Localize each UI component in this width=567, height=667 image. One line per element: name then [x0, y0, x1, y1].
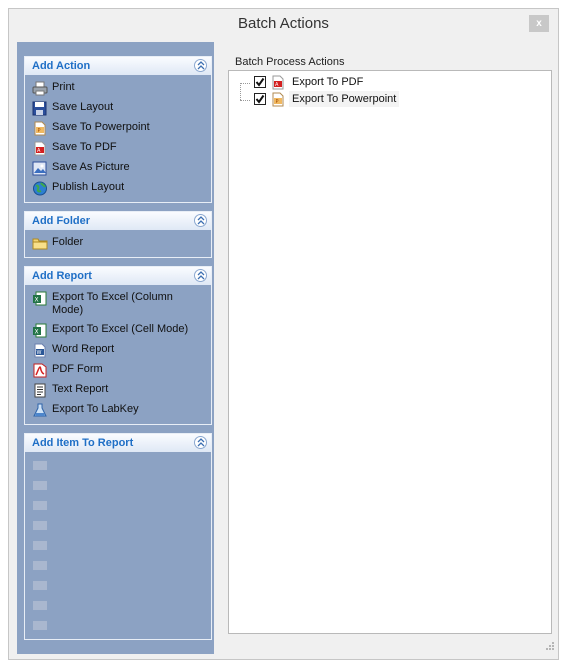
action-item	[25, 615, 211, 635]
action-item	[25, 595, 211, 615]
disabled-item-icon	[32, 598, 48, 613]
pdf-form-icon	[32, 363, 48, 378]
svg-text:P: P	[276, 99, 279, 105]
group-header-label: Add Action	[32, 60, 91, 72]
action-item[interactable]: A Save To PDF	[25, 138, 211, 158]
globe-icon	[32, 181, 48, 196]
text-report-icon	[32, 383, 48, 398]
action-item[interactable]: X Export To Excel (Cell Mode)	[25, 320, 211, 340]
group-add-report: Add Report X Export To Excel (Column Mode)…	[24, 266, 212, 425]
floppy-icon	[32, 101, 48, 116]
action-item[interactable]: P Save To Powerpoint	[25, 118, 211, 138]
action-item-label: Export To LabKey	[52, 403, 139, 415]
tree-item-checkbox[interactable]	[254, 93, 266, 105]
action-item-label: Export To Excel (Column Mode)	[52, 291, 173, 316]
disabled-item-icon	[32, 558, 48, 573]
tree-connector	[240, 83, 241, 100]
tree-connector	[240, 83, 250, 84]
action-item-label: Save As Picture	[52, 161, 130, 173]
group-header-label: Add Folder	[32, 215, 91, 227]
group-header-label: Add Item To Report	[32, 437, 134, 449]
action-item	[25, 515, 211, 535]
action-item-label: Folder	[52, 236, 84, 248]
printer-icon	[32, 81, 48, 96]
group-add-item-to-report: Add Item To Report	[24, 433, 212, 640]
title-bar: Batch Actions x	[9, 9, 558, 39]
disabled-item-icon	[32, 518, 48, 533]
disabled-item-icon	[32, 578, 48, 593]
action-item-label: Save To PDF	[52, 141, 117, 153]
collapse-chevron-icon[interactable]	[194, 214, 207, 227]
action-item[interactable]: Export To LabKey	[25, 400, 211, 420]
batch-actions-window: Batch Actions x Add Action Print Save Layo…	[8, 8, 559, 660]
action-item[interactable]: Save As Picture	[25, 158, 211, 178]
action-item	[25, 455, 211, 475]
disabled-item-icon	[32, 478, 48, 493]
action-item-label: Save To Powerpoint	[52, 121, 150, 133]
action-item[interactable]: Save Layout	[25, 98, 211, 118]
action-item-label: Publish Layout	[52, 181, 125, 193]
disabled-item-icon	[32, 498, 48, 513]
group-header-label: Add Report	[32, 270, 92, 282]
excel-icon: X	[32, 291, 48, 306]
excel-icon: X	[32, 323, 48, 338]
action-item[interactable]: Folder	[25, 233, 211, 253]
action-palette: Add Action Print Save Layout P Save To Power…	[17, 42, 214, 654]
close-button[interactable]: x	[529, 15, 549, 32]
action-item[interactable]: Print	[25, 78, 211, 98]
group-header[interactable]: Add Folder	[25, 212, 211, 230]
svg-text:P: P	[38, 128, 41, 134]
svg-text:X: X	[35, 329, 39, 336]
pdf-icon: A	[270, 75, 284, 90]
collapse-chevron-icon[interactable]	[194, 59, 207, 72]
svg-text:A: A	[275, 82, 279, 88]
action-item	[25, 555, 211, 575]
action-item[interactable]: PDF Form	[25, 360, 211, 380]
action-item[interactable]: Text Report	[25, 380, 211, 400]
picture-icon	[32, 161, 48, 176]
collapse-chevron-icon[interactable]	[194, 269, 207, 282]
tree-item-label: Export To Powerpoint	[289, 91, 400, 107]
action-item	[25, 475, 211, 495]
batch-process-panel: Batch Process Actions A Export To PDF P Exp…	[226, 42, 559, 655]
folder-icon	[32, 236, 48, 251]
action-item[interactable]: W Word Report	[25, 340, 211, 360]
action-item-label: PDF Form	[52, 363, 103, 375]
action-item[interactable]: X Export To Excel (Column Mode)	[25, 288, 211, 320]
disabled-item-icon	[32, 458, 48, 473]
batch-actions-tree[interactable]: A Export To PDF P Export To Powerpoint	[228, 70, 552, 634]
action-item[interactable]: Publish Layout	[25, 178, 211, 198]
action-item-label: Print	[52, 81, 75, 93]
group-header[interactable]: Add Action	[25, 57, 211, 75]
svg-text:X: X	[35, 297, 39, 304]
svg-text:A: A	[37, 148, 41, 154]
batch-process-title: Batch Process Actions	[235, 56, 345, 68]
tree-item-checkbox[interactable]	[254, 76, 266, 88]
action-item	[25, 495, 211, 515]
tree-item-label: Export To PDF	[292, 76, 364, 88]
action-item	[25, 575, 211, 595]
action-item-label: Word Report	[52, 343, 115, 355]
action-item-label: Export To Excel (Cell Mode)	[52, 323, 189, 335]
resize-grip-icon[interactable]	[546, 642, 554, 650]
word-icon: W	[32, 343, 48, 358]
action-item	[25, 535, 211, 555]
collapse-chevron-icon[interactable]	[194, 436, 207, 449]
disabled-item-icon	[32, 538, 48, 553]
labkey-icon	[32, 403, 48, 418]
tree-connector	[240, 100, 250, 101]
disabled-item-icon	[32, 618, 48, 633]
window-title: Batch Actions	[238, 15, 329, 32]
action-item-label: Text Report	[52, 383, 109, 395]
svg-text:W: W	[37, 350, 42, 356]
powerpoint-icon: P	[270, 92, 284, 107]
group-add-action: Add Action Print Save Layout P Save To Power…	[24, 56, 212, 203]
pdf-icon: A	[32, 141, 48, 156]
group-header[interactable]: Add Item To Report	[25, 434, 211, 452]
powerpoint-icon: P	[32, 121, 48, 136]
action-item-label: Save Layout	[52, 101, 114, 113]
group-header[interactable]: Add Report	[25, 267, 211, 285]
group-add-folder: Add Folder Folder	[24, 211, 212, 258]
